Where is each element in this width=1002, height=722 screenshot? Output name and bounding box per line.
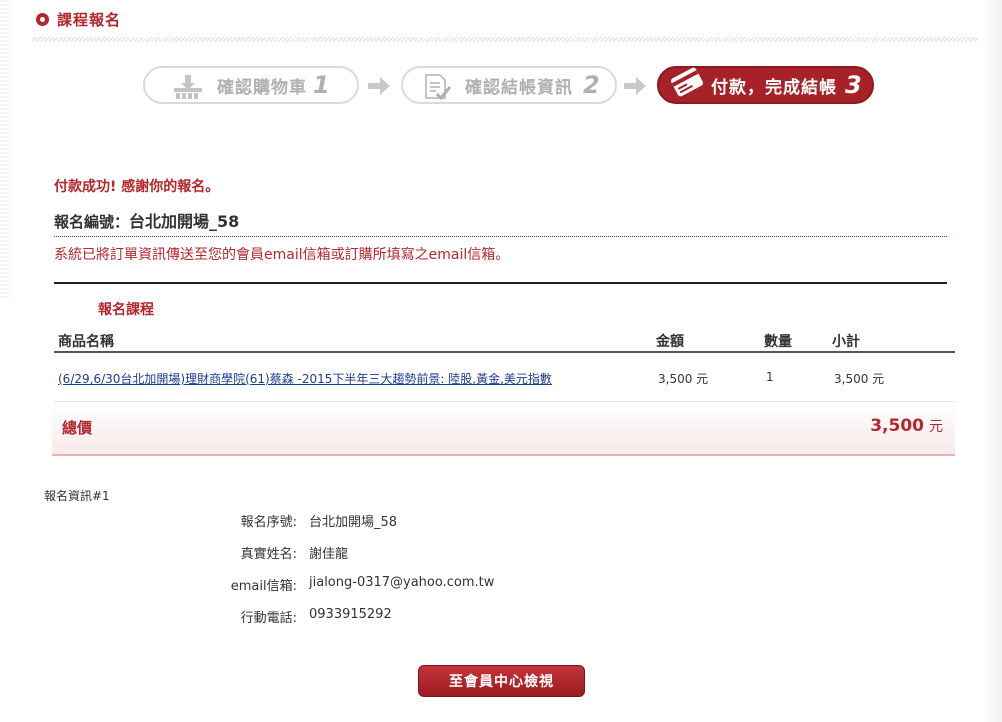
basket-icon [174, 75, 202, 99]
total-label: 總價 [62, 419, 93, 437]
column-header-quantity: 數量 [764, 334, 792, 350]
field-value: 謝佳龍 [309, 547, 349, 562]
field-label: 報名序號: [240, 515, 297, 530]
step-label: 確認購物車 [217, 77, 307, 98]
step-payment-complete: 付款，完成結帳 3 [657, 66, 874, 104]
step-cart: 確認購物車 1 [143, 66, 359, 104]
step-label: 確認結帳資訊 [465, 77, 573, 98]
email-notice: 系統已將訂單資訊傳送至您的會員email信箱或訂購所填寫之email信箱。 [54, 247, 510, 263]
step-number: 2 [583, 71, 600, 99]
step-number: 1 [313, 71, 330, 99]
field-value: jialong-0317@yahoo.com.tw [309, 575, 495, 590]
section-title: 課程報名 [57, 11, 122, 29]
order-number: 報名編號：台北加開場_58 [54, 208, 239, 232]
column-header-price: 金額 [656, 334, 684, 350]
table-header-divider [54, 351, 955, 353]
item-quantity: 1 [766, 370, 774, 384]
step-checkout-info: 確認結帳資訊 2 [401, 66, 617, 104]
field-label: 真實姓名: [240, 547, 297, 562]
total-amount-value: 3,500 [870, 416, 924, 436]
field-label: 行動電話: [240, 611, 297, 626]
item-price: 3,500 元 [658, 372, 709, 386]
success-message: 付款成功! 感謝你的報名。 [54, 179, 220, 195]
section-divider [54, 282, 947, 284]
checklist-icon [425, 74, 451, 100]
order-number-label: 報名編號： [54, 213, 130, 231]
member-center-button[interactable]: 至會員中心檢視 [418, 665, 585, 697]
course-section-label: 報名課程 [98, 302, 154, 318]
total-amount: 3,500 元 [870, 416, 943, 436]
section-header: 課程報名 [36, 9, 121, 30]
registration-info-title: 報名資訊#1 [44, 489, 110, 503]
field-value: 0933915292 [309, 607, 392, 622]
bullet-icon [36, 13, 49, 26]
field-label: email信箱: [230, 579, 297, 594]
item-name-link[interactable]: (6/29,6/30台北加開場)理財商學院(61)蔡森 -2015下半年三大趨勢… [58, 372, 552, 386]
column-header-name: 商品名稱 [58, 334, 114, 350]
step-number: 3 [845, 71, 862, 99]
dotted-divider [54, 236, 947, 237]
field-value: 台北加開場_58 [309, 515, 398, 530]
arrow-right-icon [624, 77, 646, 95]
header-divider [32, 37, 978, 42]
order-number-value: 台北加開場_58 [129, 212, 240, 231]
total-amount-unit: 元 [929, 419, 943, 435]
credit-card-icon [671, 67, 703, 97]
item-name-cell: (6/29,6/30台北加開場)理財商學院(61)蔡森 -2015下半年三大趨勢… [58, 370, 552, 387]
step-label: 付款，完成結帳 [711, 77, 837, 98]
right-edge-shade [980, 0, 1002, 722]
arrow-right-icon [368, 77, 390, 95]
item-subtotal: 3,500 元 [834, 372, 885, 386]
total-bar: 總價 3,500 元 [52, 402, 955, 456]
left-edge-pattern [0, 0, 9, 300]
column-header-subtotal: 小計 [832, 334, 860, 350]
